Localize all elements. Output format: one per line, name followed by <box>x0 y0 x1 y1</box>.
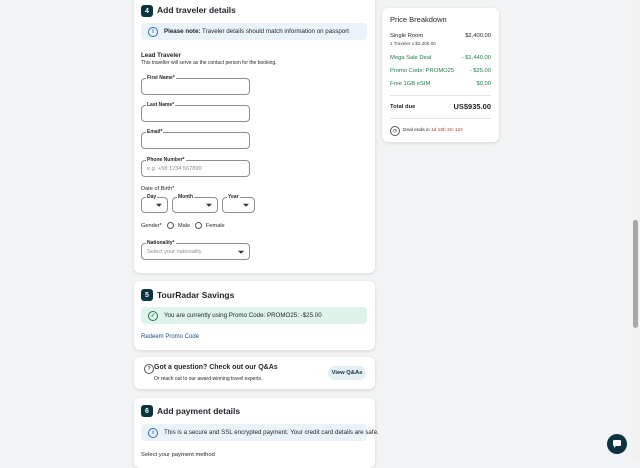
year-select[interactable]: Year <box>222 194 255 213</box>
qa-card: ? Got a question? Check out our Q&As Or … <box>134 357 375 389</box>
phone-label: Phone Number* <box>146 157 186 163</box>
nationality-select[interactable]: Nationality* Select your nationality <box>141 240 250 260</box>
info-icon: i <box>148 26 158 37</box>
price-breakdown-title: Price Breakdown <box>390 15 447 24</box>
gender-female-label: Female <box>206 223 225 229</box>
view-qa-button[interactable]: View Q&As <box>328 366 366 380</box>
question-circle-icon: ? <box>144 364 154 374</box>
qa-subtitle: Or reach out to our award-winning travel… <box>154 376 263 382</box>
step-badge-4: 4 <box>141 5 153 17</box>
deal-amount: - $1,440.00 <box>461 55 491 61</box>
nationality-label: Nationality* <box>146 240 176 246</box>
promo-applied-text: You are currently using Promo Code: PROM… <box>164 312 322 319</box>
deal-ends-prefix: Deal ends in <box>403 128 431 133</box>
total-label: Total due <box>390 103 416 110</box>
passport-note-bar: i Please note: Traveler details should m… <box>141 23 367 40</box>
chat-icon <box>613 440 621 448</box>
step-badge-6: 6 <box>141 405 153 417</box>
note-text: Traveler details should match informatio… <box>200 28 350 35</box>
first-name-field[interactable]: First Name* <box>141 75 250 95</box>
phone-placeholder: e.g. +58 1234 567890 <box>147 165 202 172</box>
clock-icon: ◷ <box>390 126 400 136</box>
gender-male-label: Male <box>178 223 191 229</box>
deal-label: Mega Sale Deal <box>390 55 432 61</box>
esim-row: Free 1GB eSIM $0.00 <box>390 81 491 87</box>
year-label: Year <box>227 194 240 200</box>
promo-amount: - $25.00 <box>469 68 491 74</box>
first-name-label: First Name* <box>146 75 176 81</box>
gender-female-radio[interactable] <box>195 222 202 229</box>
lead-traveler-subtitle: This traveller will serve as the contact… <box>141 60 277 66</box>
traveler-section-title: Add traveler details <box>157 5 236 15</box>
secure-payment-text: This is a secure and SSL encrypted payme… <box>164 429 379 436</box>
payment-section-title: Add payment details <box>157 406 241 416</box>
last-name-label: Last Name* <box>146 102 176 108</box>
qa-title: Got a question? Check out our Q&As <box>154 364 278 371</box>
email-label: Email* <box>146 129 164 135</box>
month-select[interactable]: Month <box>172 194 218 213</box>
savings-card: 5 TourRadar Savings ✓ You are currently … <box>134 281 375 350</box>
select-payment-label: Select your payment method <box>141 452 215 458</box>
deal-row: Mega Sale Deal - $1,440.00 <box>390 55 491 61</box>
price-breakdown-card: Price Breakdown Single Room $2,400.00 1 … <box>382 8 499 142</box>
room-sub: 1 Traveler x $2,400.00 <box>390 41 436 46</box>
promo-applied-bar: ✓ You are currently using Promo Code: PR… <box>141 307 367 324</box>
step-badge-5: 5 <box>141 289 153 301</box>
scrollbar-thumb[interactable] <box>633 220 638 328</box>
traveler-details-card: 4 Add traveler details i Please note: Tr… <box>134 0 375 273</box>
room-row: Single Room $2,400.00 <box>390 33 491 39</box>
deal-ends-text: Deal ends in 1d 18h 3m 12s <box>403 128 463 133</box>
check-circle-icon: ✓ <box>148 310 158 321</box>
note-bold: Please note: <box>164 28 201 35</box>
total-amount: US$935.00 <box>453 102 491 111</box>
redeem-promo-link[interactable]: Redeem Promo Code <box>141 334 199 340</box>
day-select[interactable]: Day <box>141 194 168 213</box>
lead-traveler-title: Lead Traveler <box>141 52 181 59</box>
info-icon: i <box>148 427 158 438</box>
chat-button[interactable] <box>607 434 627 454</box>
gender-male-radio[interactable] <box>167 222 174 229</box>
room-amount: $2,400.00 <box>465 33 491 39</box>
month-label: Month <box>177 194 194 200</box>
promo-label: Promo Code: PROMO25 <box>390 68 455 74</box>
email-field[interactable]: Email* <box>141 129 250 149</box>
payment-card: 6 Add payment details i This is a secure… <box>134 398 379 468</box>
phone-field[interactable]: Phone Number* e.g. +58 1234 567890 <box>141 157 250 177</box>
gender-label: Gender* <box>141 223 162 229</box>
day-label: Day <box>146 194 158 200</box>
savings-section-title: TourRadar Savings <box>157 290 235 300</box>
page-scrollbar[interactable] <box>631 0 640 459</box>
total-row: Total due US$935.00 <box>390 102 491 111</box>
dob-label: Date of Birth* <box>141 186 175 192</box>
chevron-down-icon <box>238 250 244 254</box>
esim-amount: $0.00 <box>476 81 491 87</box>
chevron-down-icon <box>243 203 249 207</box>
divider <box>390 95 491 96</box>
divider <box>390 118 491 119</box>
chevron-down-icon <box>156 203 162 207</box>
secure-payment-bar: i This is a secure and SSL encrypted pay… <box>141 424 379 441</box>
last-name-field[interactable]: Last Name* <box>141 102 250 122</box>
esim-label: Free 1GB eSIM <box>390 81 431 87</box>
promo-row: Promo Code: PROMO25 - $25.00 <box>390 68 491 74</box>
nationality-placeholder: Select your nationality <box>147 248 202 255</box>
chevron-down-icon <box>206 203 212 207</box>
room-label: Single Room <box>390 33 424 39</box>
deal-countdown: 1d 18h 3m 12s <box>431 128 463 133</box>
